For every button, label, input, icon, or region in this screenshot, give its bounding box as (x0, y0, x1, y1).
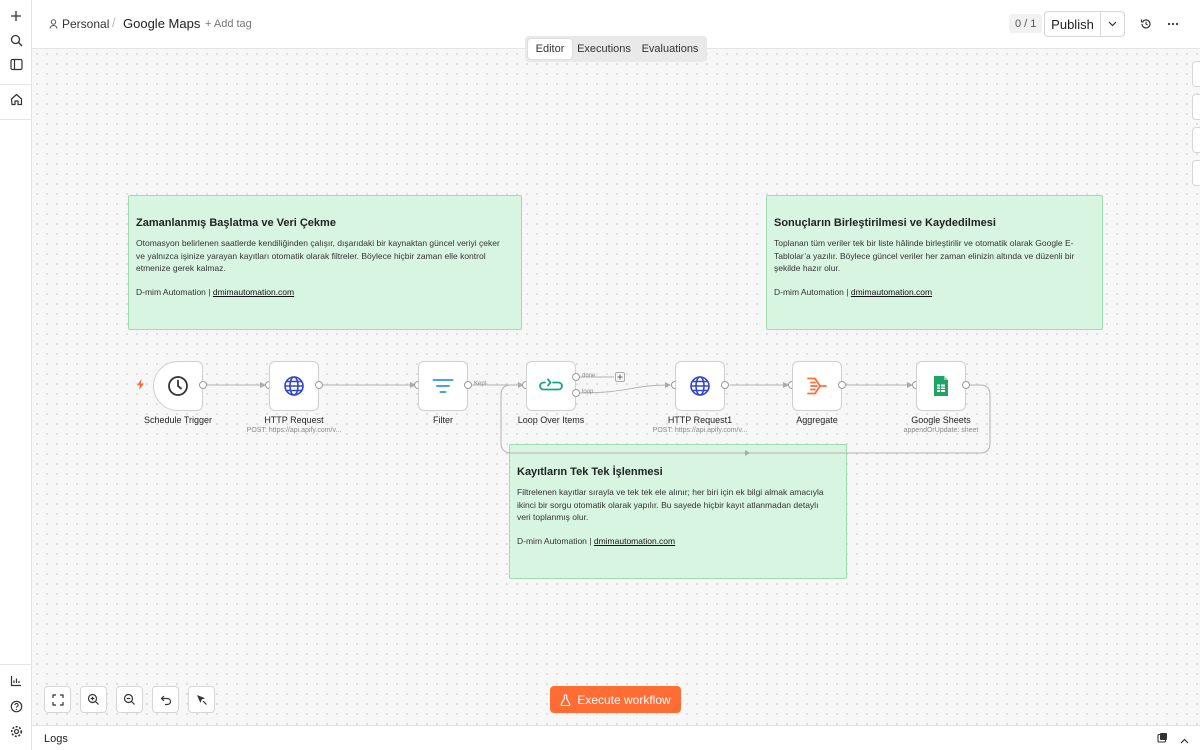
add-node-button[interactable] (1192, 61, 1200, 87)
node-loop-over-items[interactable] (526, 361, 576, 411)
output-port[interactable] (464, 381, 472, 389)
node-filter[interactable] (418, 361, 468, 411)
output-port[interactable] (315, 381, 323, 389)
node-label: Loop Over Items (517, 415, 585, 425)
node-subtitle: POST: https://api.apify.com/v... (246, 427, 342, 434)
aggregate-icon (807, 377, 827, 395)
node-schedule-trigger[interactable] (153, 361, 203, 411)
output-port-done[interactable] (572, 373, 580, 381)
breadcrumb-separator: / (112, 15, 116, 30)
node-google-sheets[interactable] (916, 361, 966, 411)
view-tabs: Editor Executions Evaluations (525, 36, 707, 62)
logs-label: Logs (44, 733, 68, 745)
add-tag-button[interactable]: + Add tag (205, 18, 252, 30)
project-name: Personal (62, 17, 110, 31)
zoom-in-icon (87, 693, 99, 705)
more-options-icon[interactable] (1163, 14, 1183, 34)
toggle-panel-button[interactable] (1192, 160, 1200, 186)
panel-toggle-icon[interactable] (4, 53, 28, 75)
execute-workflow-button[interactable]: Execute workflow (550, 686, 681, 713)
insights-icon[interactable] (4, 670, 28, 692)
node-http-request1[interactable] (675, 361, 725, 411)
fit-view-button[interactable] (44, 686, 71, 713)
search-nodes-button[interactable] (1192, 94, 1200, 120)
loop-icon (539, 378, 563, 391)
search-icon[interactable] (4, 29, 28, 51)
zoom-out-icon (123, 693, 135, 705)
globe-icon (284, 376, 304, 396)
add-icon[interactable] (4, 5, 28, 27)
google-sheets-icon (934, 376, 948, 396)
workflow-canvas[interactable]: Zamanlanmış Başlatma ve Veri Çekme Otoma… (32, 49, 1200, 725)
flask-icon (560, 693, 571, 706)
edge-label-done: done (582, 373, 596, 379)
node-http-request[interactable] (269, 361, 319, 411)
tab-evaluations[interactable]: Evaluations (636, 39, 704, 59)
workflow-title[interactable]: Google Maps (123, 16, 200, 31)
home-icon[interactable] (4, 88, 28, 110)
clock-icon (168, 376, 188, 396)
zoom-out-button[interactable] (116, 686, 143, 713)
tidy-up-button[interactable] (188, 686, 215, 713)
edge-label-kept: Kept (474, 381, 487, 387)
chevron-up-icon[interactable] (1180, 733, 1189, 747)
tab-executions[interactable]: Executions (572, 39, 636, 59)
output-port[interactable] (721, 381, 729, 389)
filter-icon (432, 379, 454, 393)
node-subtitle: appendOrUpdate: sheet (903, 427, 979, 434)
connection-line (579, 382, 671, 394)
add-sticky-note-button[interactable] (1192, 127, 1200, 153)
logs-panel[interactable]: Logs (32, 725, 1200, 750)
version-counter: 0 / 1 (1009, 14, 1043, 33)
zoom-in-button[interactable] (80, 686, 107, 713)
edge-label-loop: loop (582, 389, 594, 395)
user-icon (49, 19, 58, 29)
publish-button-group: Publish (1044, 11, 1125, 37)
breadcrumb-project[interactable]: Personal (49, 17, 109, 31)
pop-out-icon[interactable] (1157, 732, 1168, 746)
node-label: HTTP Request (264, 415, 324, 425)
history-icon[interactable] (1136, 14, 1156, 34)
add-node-icon[interactable] (615, 372, 625, 382)
settings-icon[interactable] (4, 720, 28, 742)
execute-workflow-label: Execute workflow (577, 692, 671, 707)
publish-button[interactable]: Publish (1045, 12, 1101, 36)
undo-button[interactable] (152, 686, 179, 713)
output-port[interactable] (199, 381, 207, 389)
node-label: Aggregate (796, 415, 838, 425)
output-port-loop[interactable] (572, 389, 580, 397)
fit-view-icon (51, 693, 64, 706)
cursor-sparkle-icon (197, 695, 207, 705)
node-aggregate[interactable] (792, 361, 842, 411)
node-label: Google Sheets (911, 415, 971, 425)
left-sidebar (0, 0, 32, 750)
connections-layer (207, 376, 991, 456)
tab-editor[interactable]: Editor (528, 39, 572, 59)
trigger-bolt-icon (136, 379, 145, 393)
undo-icon (160, 695, 171, 705)
globe-icon (690, 376, 710, 396)
help-icon[interactable] (4, 695, 28, 717)
node-subtitle: POST: https://api.apify.com/v... (652, 427, 748, 434)
chevron-down-icon[interactable] (1101, 12, 1124, 36)
output-port[interactable] (838, 381, 846, 389)
output-port[interactable] (962, 381, 970, 389)
